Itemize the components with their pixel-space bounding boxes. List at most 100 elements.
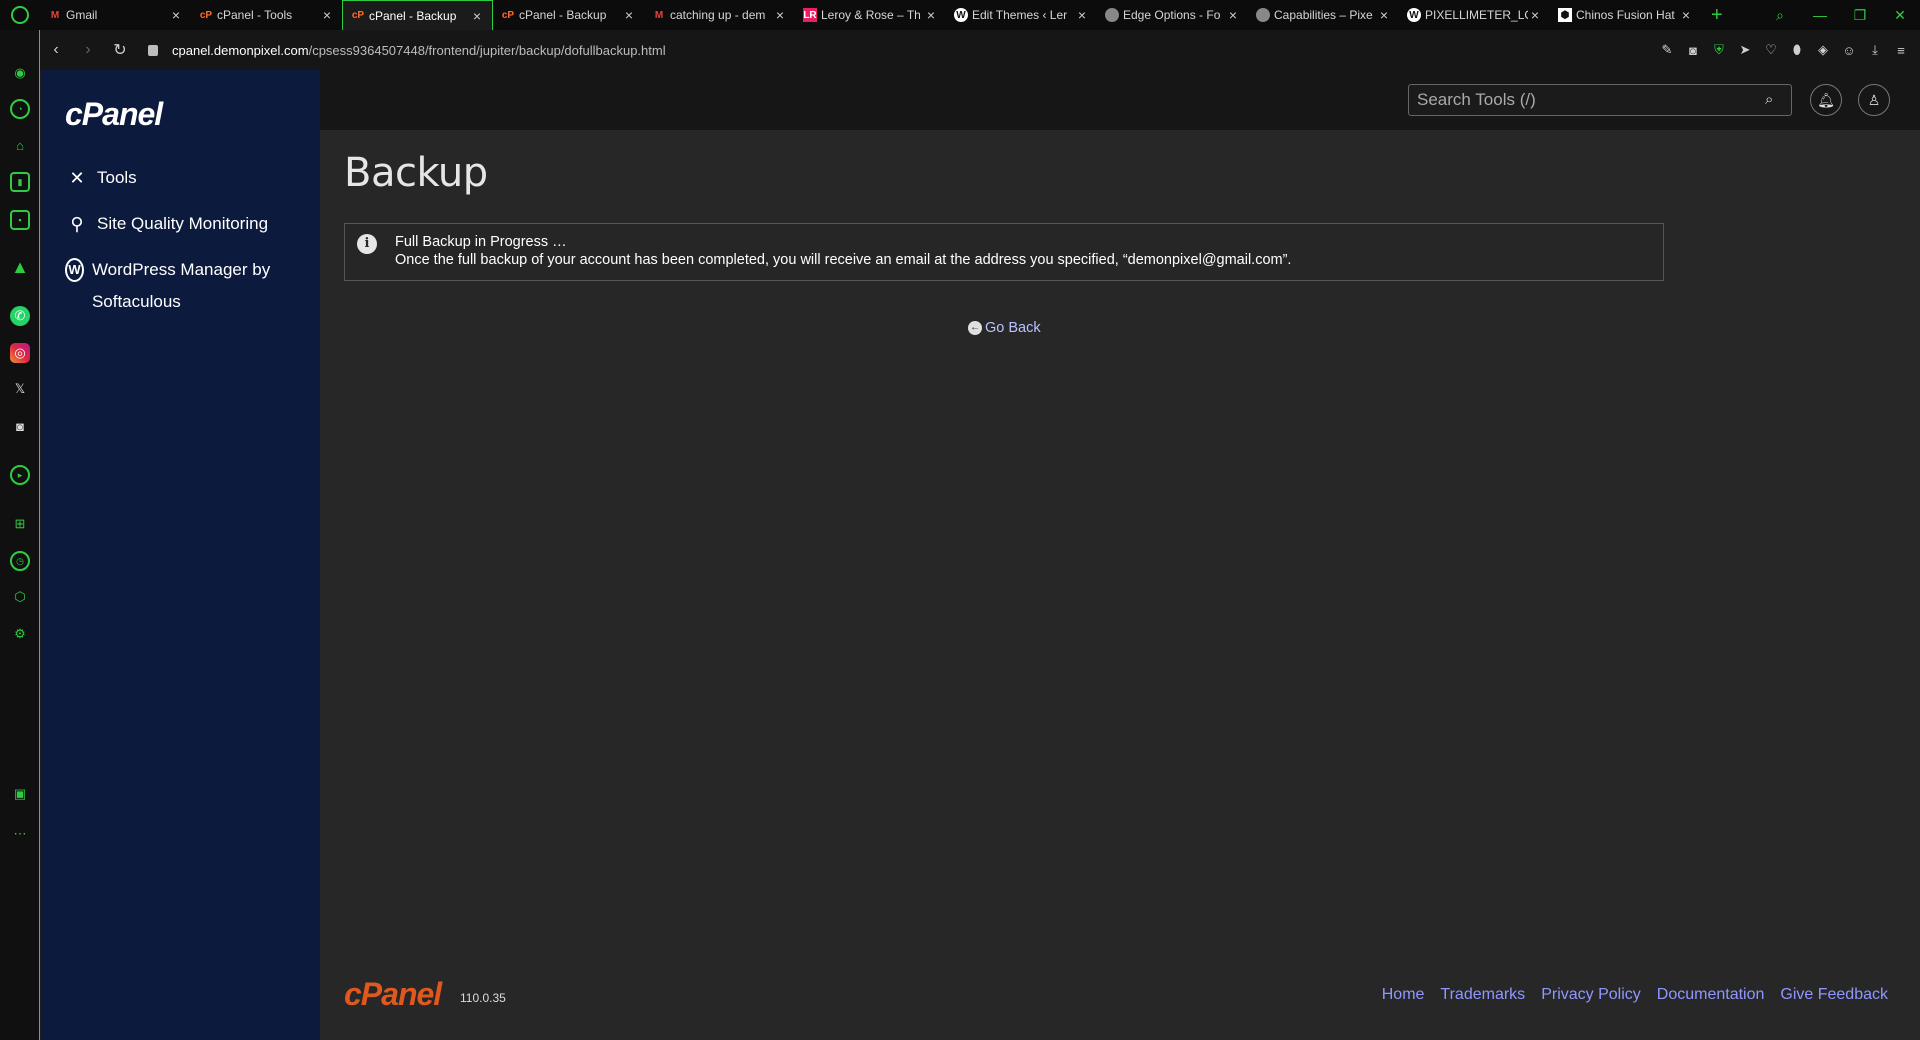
footer-link-home[interactable]: Home [1382, 986, 1425, 1004]
opera-logo-icon[interactable] [0, 0, 40, 30]
search-input[interactable] [1409, 85, 1749, 115]
footer-link-give-feedback[interactable]: Give Feedback [1780, 986, 1888, 1004]
instagram-icon[interactable]: ◎ [10, 343, 30, 363]
wordpress-icon: W [954, 8, 968, 22]
download-icon[interactable]: ⤓ [1862, 42, 1888, 58]
close-tab-icon[interactable]: × [169, 7, 183, 23]
leroy-rose-icon: LR [803, 8, 817, 22]
gmail-icon: M [654, 9, 664, 21]
close-tab-icon[interactable]: × [1226, 7, 1240, 23]
sidebar-item-tools[interactable]: ✕ Tools [65, 162, 136, 194]
cpu-icon[interactable]: ▪ [10, 210, 30, 230]
gamepad-icon[interactable]: ◉ [10, 63, 30, 83]
browser-tab[interactable]: M Gmail × [40, 0, 191, 30]
bell-icon: 🔔︎ [1817, 91, 1835, 108]
page-title: Backup [344, 150, 488, 196]
gallery-icon[interactable]: ▣ [10, 784, 30, 804]
arrow-left-circle-icon: ← [968, 321, 982, 335]
back-icon[interactable]: ‹ [40, 41, 72, 59]
info-icon: i [357, 234, 377, 254]
address-bar-icons: ✎ ◙ ⛨ ➤ ♡ ⬮ ◈ ☺ ⤓ ≡ [1654, 30, 1914, 70]
workspaces-icon[interactable]: ⊞ [10, 514, 30, 534]
close-tab-icon[interactable]: × [470, 8, 484, 24]
user-menu-button[interactable]: ♙ [1858, 84, 1890, 116]
window-controls: ⌕ — ❐ ✕ [1760, 0, 1920, 30]
close-tab-icon[interactable]: × [1377, 7, 1391, 23]
whatsapp-icon[interactable]: ✆ [10, 306, 30, 326]
go-back-link[interactable]: ← Go Back [968, 320, 1041, 336]
mouse-icon[interactable]: ⬮ [1784, 42, 1810, 58]
notifications-button[interactable]: 🔔︎ [1810, 84, 1842, 116]
more-icon[interactable]: ⋯ [10, 824, 30, 844]
cpanel-header: ⌕ 🔔︎ ♙ [320, 70, 1920, 130]
search-icon[interactable]: ⌕ [1765, 91, 1783, 109]
close-window-icon[interactable]: ✕ [1880, 7, 1920, 24]
alert-message: Once the full backup of your account has… [395, 252, 1292, 268]
browser-tab[interactable]: W PIXELLIMETER_LO × [1399, 0, 1550, 30]
speedometer-icon[interactable]: ◔ [10, 99, 30, 119]
settings-icon[interactable]: ⚙ [10, 624, 30, 644]
reload-icon[interactable]: ↻ [104, 40, 136, 60]
sidebar-item-site-quality-monitoring[interactable]: ⚲ Site Quality Monitoring [65, 208, 268, 240]
footer-links: Home Trademarks Privacy Policy Documenta… [1366, 986, 1888, 1004]
gmail-icon: M [50, 9, 60, 21]
shopify-icon: ⬢ [1558, 8, 1572, 22]
extensions-cube-icon[interactable]: ⬡ [10, 587, 30, 607]
address-bar: ‹ › ↻ cpanel.demonpixel.com /cpsess93645… [40, 30, 1920, 70]
alert-title: Full Backup in Progress … [395, 234, 567, 250]
cpanel-version: 110.0.35 [460, 991, 506, 1005]
browser-tab[interactable]: M catching up - dem × [644, 0, 795, 30]
browser-tab[interactable]: Edge Options - Fo × [1097, 0, 1248, 30]
search-tabs-icon[interactable]: ⌕ [1760, 7, 1800, 24]
twitch-icon[interactable]: ▮ [10, 172, 30, 192]
close-tab-icon[interactable]: × [1679, 7, 1693, 23]
wordpress-icon: W [65, 258, 84, 282]
url-host: cpanel.demonpixel.com [172, 42, 309, 58]
close-tab-icon[interactable]: × [622, 7, 636, 23]
url-field[interactable]: cpanel.demonpixel.com /cpsess9364507448/… [148, 43, 666, 58]
browser-tab[interactable]: LR Leroy & Rose – Th × [795, 0, 946, 30]
menu-icon[interactable]: ≡ [1888, 43, 1914, 58]
close-tab-icon[interactable]: × [320, 7, 334, 23]
player-icon[interactable]: ▸ [10, 465, 30, 485]
cpanel-icon: cP [199, 9, 213, 21]
user-icon: ♙ [1867, 91, 1881, 108]
send-icon[interactable]: ➤ [1732, 42, 1758, 58]
edit-icon[interactable]: ✎ [1654, 42, 1680, 58]
shield-icon[interactable]: ⛨ [1706, 42, 1732, 58]
browser-tab[interactable]: cP cPanel - Tools × [191, 0, 342, 30]
x-icon[interactable]: 𝕏 [10, 379, 30, 399]
close-tab-icon[interactable]: × [1075, 7, 1089, 23]
cpanel-logo[interactable]: cPanel [65, 96, 163, 133]
browser-sidebar: ◉ ◔ ⌂ ▮ ▪ ▲ ✆ ◎ 𝕏 ◙ ▸ ⊞ ◷ ⬡ ⚙ ▣ ⋯ [0, 30, 40, 1040]
lock-icon [148, 44, 158, 56]
close-tab-icon[interactable]: × [1528, 7, 1542, 23]
browser-tab-active[interactable]: cP cPanel - Backup × [342, 0, 493, 30]
profile-icon[interactable]: ☺ [1836, 43, 1862, 58]
history-icon[interactable]: ◷ [10, 551, 30, 571]
camera-icon[interactable]: ◙ [1680, 43, 1706, 58]
aria-icon[interactable]: ▲ [10, 257, 30, 277]
new-tab-icon[interactable]: + [1711, 4, 1723, 27]
cpanel-sidebar: cPanel ✕ Tools ⚲ Site Quality Monitoring… [41, 70, 320, 1040]
close-tab-icon[interactable]: × [773, 7, 787, 23]
sidebar-item-wordpress-manager[interactable]: W WordPress Manager by Softaculous [65, 254, 295, 318]
restore-icon[interactable]: ❐ [1840, 7, 1880, 24]
minimize-icon[interactable]: — [1800, 7, 1840, 23]
browser-tab[interactable]: Capabilities – Pixe × [1248, 0, 1399, 30]
footer-link-privacy-policy[interactable]: Privacy Policy [1541, 986, 1641, 1004]
footer-link-documentation[interactable]: Documentation [1657, 986, 1765, 1004]
bag-icon[interactable]: ⌂ [10, 135, 30, 155]
browser-tab[interactable]: W Edit Themes ‹ Ler × [946, 0, 1097, 30]
cpanel-icon: cP [351, 10, 365, 21]
close-tab-icon[interactable]: × [924, 7, 938, 23]
forward-icon[interactable]: › [72, 41, 104, 59]
cube-icon[interactable]: ◈ [1810, 42, 1836, 58]
heart-icon[interactable]: ♡ [1758, 42, 1784, 58]
site-quality-icon: ⚲ [70, 214, 84, 234]
browser-tab[interactable]: ⬢ Chinos Fusion Hat × [1550, 0, 1701, 30]
browser-tab[interactable]: cP cPanel - Backup × [493, 0, 644, 30]
footer-cpanel-logo[interactable]: cPanel [344, 976, 442, 1013]
footer-link-trademarks[interactable]: Trademarks [1440, 986, 1525, 1004]
discord-icon[interactable]: ◙ [10, 416, 30, 436]
